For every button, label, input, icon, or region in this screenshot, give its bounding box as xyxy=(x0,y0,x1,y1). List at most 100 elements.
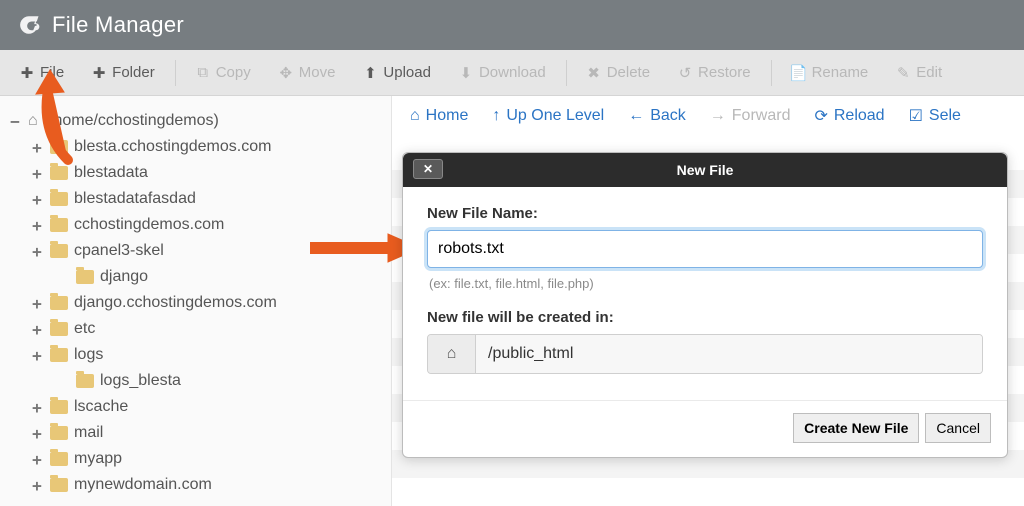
create-file-button[interactable]: Create New File xyxy=(793,413,919,443)
tree-item[interactable]: + django.cchostingdemos.com xyxy=(8,290,383,316)
new-folder-button[interactable]: ✚ Folder xyxy=(80,58,167,88)
tree-item-label: django.cchostingdemos.com xyxy=(74,294,277,312)
tree-item[interactable]: django xyxy=(8,264,383,290)
tree-item-label: logs xyxy=(74,346,103,364)
nav-up-button[interactable]: ↑ Up One Level xyxy=(492,107,604,125)
tree-item[interactable]: +mail xyxy=(8,420,383,446)
nav-reload-button[interactable]: ⟳ Reload xyxy=(814,106,884,126)
tree-root-label: (/home/cchostingdemos) xyxy=(44,112,219,130)
home-icon: ⌂ xyxy=(410,107,420,125)
tree-root[interactable]: −⌂(/home/cchostingdemos) xyxy=(8,108,383,134)
home-icon: ⌂ xyxy=(447,345,457,363)
tree-item[interactable]: + etc xyxy=(8,316,383,342)
folder-icon xyxy=(50,400,68,414)
expand-icon[interactable]: + xyxy=(30,164,44,183)
nav-label: Up One Level xyxy=(506,107,604,125)
toolbar-label: Delete xyxy=(607,64,650,81)
tree-item[interactable]: + blestadata xyxy=(8,160,383,186)
main-toolbar: ✚ File ✚ Folder ⧉ Copy ✥ Move ⬆ Upload ⬇… xyxy=(0,50,1024,96)
nav-select-all-button[interactable]: ☑ Sele xyxy=(909,106,961,126)
tree-item[interactable]: + logs xyxy=(8,342,383,368)
rename-icon: 📄 xyxy=(792,64,806,82)
back-icon: ← xyxy=(628,107,644,125)
toolbar-label: Rename xyxy=(812,64,869,81)
upload-icon: ⬆ xyxy=(363,64,377,82)
content-nav: ⌂ Home ↑ Up One Level ← Back → Forward ⟳… xyxy=(392,96,1024,137)
tree-item-label: cpanel3-skel xyxy=(74,242,164,260)
nav-label: Forward xyxy=(732,107,791,125)
path-home-button[interactable]: ⌂ xyxy=(428,335,476,373)
expand-icon[interactable]: + xyxy=(30,138,44,157)
expand-icon[interactable]: + xyxy=(30,294,44,313)
download-button[interactable]: ⬇ Download xyxy=(447,58,558,88)
toolbar-label: File xyxy=(40,64,64,81)
copy-button[interactable]: ⧉ Copy xyxy=(184,58,263,87)
nav-label: Home xyxy=(426,107,469,125)
folder-tree-sidebar: −⌂(/home/cchostingdemos)+blesta.cchostin… xyxy=(0,96,392,506)
edit-button[interactable]: ✎ Edit xyxy=(884,58,954,88)
dialog-titlebar: ✕ New File xyxy=(403,153,1007,187)
expand-icon[interactable]: + xyxy=(30,320,44,339)
tree-item[interactable]: +blesta.cchostingdemos.com xyxy=(8,134,383,160)
expand-icon[interactable]: + xyxy=(30,398,44,417)
toolbar-divider xyxy=(771,60,772,86)
tree-item[interactable]: + lscache xyxy=(8,394,383,420)
expand-icon[interactable] xyxy=(56,268,70,287)
expand-icon[interactable]: + xyxy=(30,476,44,495)
folder-tree[interactable]: −⌂(/home/cchostingdemos)+blesta.cchostin… xyxy=(8,108,383,498)
tree-item-label: lscache xyxy=(74,398,128,416)
path-display[interactable]: /public_html xyxy=(476,335,982,373)
copy-icon: ⧉ xyxy=(196,64,210,81)
filename-input[interactable] xyxy=(427,230,983,268)
folder-icon xyxy=(50,426,68,440)
plus-icon: ✚ xyxy=(92,64,106,82)
select-icon: ☑ xyxy=(909,106,923,126)
nav-home-button[interactable]: ⌂ Home xyxy=(410,107,468,125)
tree-item[interactable]: +mynewdomain.com xyxy=(8,472,383,498)
toolbar-label: Move xyxy=(299,64,336,81)
expand-icon[interactable] xyxy=(56,372,70,391)
cancel-button[interactable]: Cancel xyxy=(925,413,991,443)
expand-icon[interactable]: + xyxy=(30,190,44,209)
new-file-button[interactable]: ✚ File xyxy=(8,58,76,88)
tree-item-label: logs_blesta xyxy=(100,372,181,390)
nav-forward-button[interactable]: → Forward xyxy=(710,107,791,125)
expand-icon[interactable]: + xyxy=(30,424,44,443)
expand-icon[interactable]: + xyxy=(30,346,44,365)
folder-icon xyxy=(76,374,94,388)
nav-back-button[interactable]: ← Back xyxy=(628,107,686,125)
pencil-icon: ✎ xyxy=(896,64,910,82)
toolbar-divider xyxy=(175,60,176,86)
tree-item[interactable]: +cchostingdemos.com xyxy=(8,212,383,238)
tree-item-label: blestadatafasdad xyxy=(74,190,196,208)
reload-icon: ⟳ xyxy=(814,106,827,126)
tree-item[interactable]: +myapp xyxy=(8,446,383,472)
plus-icon: ✚ xyxy=(20,64,34,82)
download-icon: ⬇ xyxy=(459,64,473,82)
folder-icon xyxy=(50,348,68,362)
folder-icon xyxy=(50,140,68,154)
tree-item[interactable]: + cpanel3-skel xyxy=(8,238,383,264)
toolbar-label: Copy xyxy=(216,64,251,81)
toolbar-label: Upload xyxy=(383,64,431,81)
filename-label: New File Name: xyxy=(427,205,983,222)
move-button[interactable]: ✥ Move xyxy=(267,58,348,88)
tree-item[interactable]: logs_blesta xyxy=(8,368,383,394)
collapse-icon[interactable]: − xyxy=(8,112,22,131)
rename-button[interactable]: 📄 Rename xyxy=(780,58,881,88)
dialog-close-button[interactable]: ✕ xyxy=(413,159,443,179)
expand-icon[interactable]: + xyxy=(30,450,44,469)
expand-icon[interactable]: + xyxy=(30,216,44,235)
expand-icon[interactable]: + xyxy=(30,242,44,261)
tree-item-label: blestadata xyxy=(74,164,148,182)
nav-label: Sele xyxy=(929,107,961,125)
tree-item-label: django xyxy=(100,268,148,286)
toolbar-label: Folder xyxy=(112,64,155,81)
cpanel-logo-icon xyxy=(14,11,42,39)
tree-item[interactable]: + blestadatafasdad xyxy=(8,186,383,212)
tree-item-label: etc xyxy=(74,320,95,338)
upload-button[interactable]: ⬆ Upload xyxy=(351,58,443,88)
restore-button[interactable]: ↺ Restore xyxy=(666,58,763,88)
delete-button[interactable]: ✖ Delete xyxy=(575,58,662,88)
close-icon: ✕ xyxy=(423,152,433,186)
